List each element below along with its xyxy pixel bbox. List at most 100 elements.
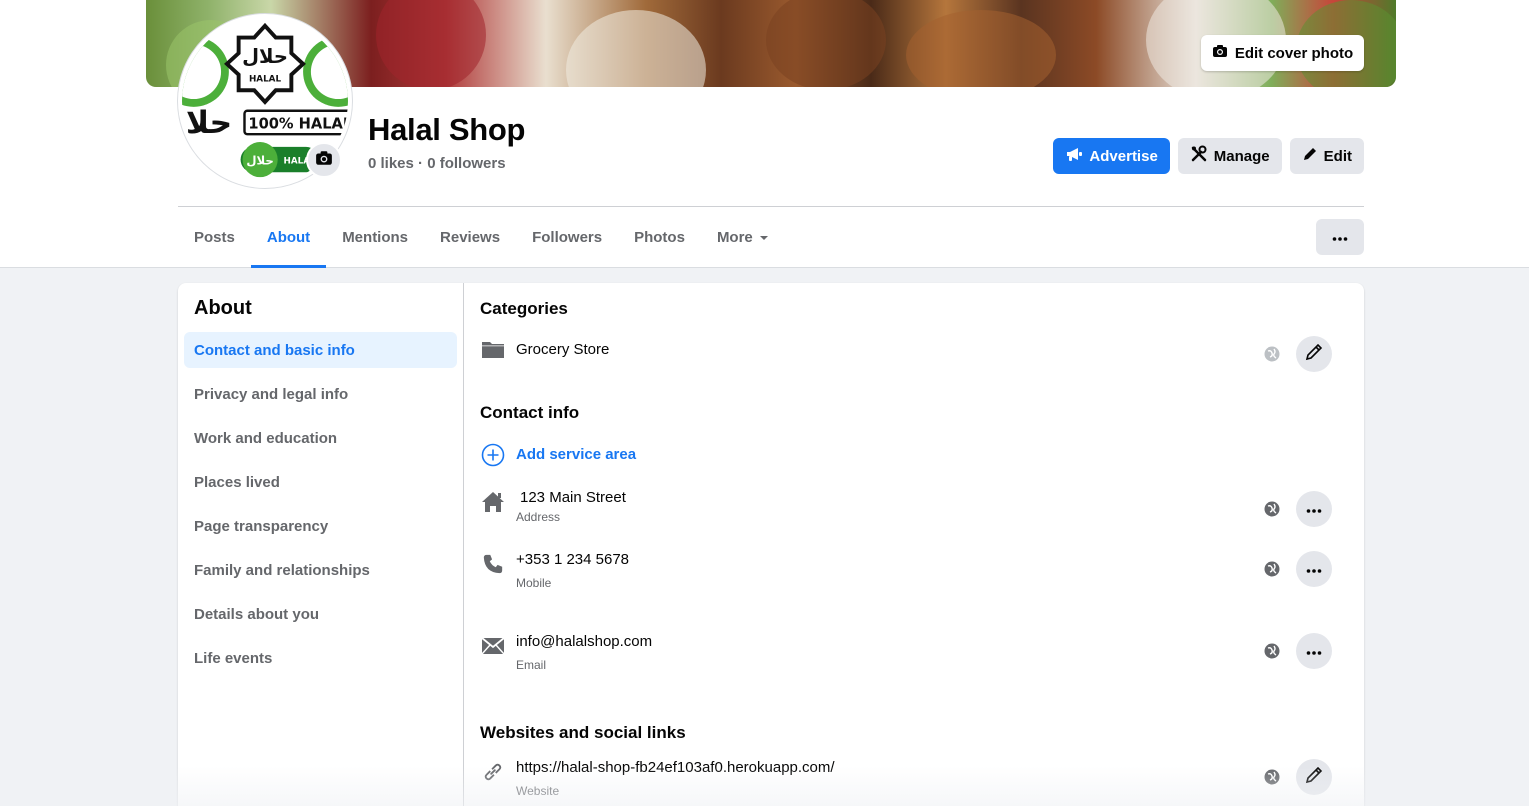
home-icon xyxy=(480,489,506,515)
phone-options-button[interactable] xyxy=(1296,551,1332,587)
globe-icon xyxy=(1264,346,1280,362)
categories-title: Categories xyxy=(480,299,568,318)
folder-icon xyxy=(480,336,506,362)
email-value: info@halalshop.com xyxy=(516,633,653,650)
address-value: 123 Main Street xyxy=(520,489,626,506)
website-label: Website xyxy=(516,784,560,798)
globe-icon xyxy=(1264,561,1280,577)
pencil-icon xyxy=(1304,765,1324,790)
tab-label: Reviews xyxy=(440,228,501,246)
sidebar-item-label: Page transparency xyxy=(194,517,329,535)
tab-label: Posts xyxy=(194,228,235,246)
camera-icon xyxy=(315,149,333,172)
tab-more[interactable]: More xyxy=(701,207,785,267)
logo-badge-text: 100% HALAL xyxy=(248,115,348,132)
camera-icon xyxy=(1212,43,1228,63)
sidebar-item-contact[interactable]: Contact and basic info xyxy=(184,332,457,368)
tab-mentions[interactable]: Mentions xyxy=(326,207,424,267)
about-title: About xyxy=(194,297,252,319)
globe-icon xyxy=(1264,501,1280,517)
ellipsis-icon xyxy=(1306,560,1322,578)
sidebar-item-work[interactable]: Work and education xyxy=(184,420,457,456)
page-actions: Advertise Manage Edit xyxy=(1053,138,1364,174)
sidebar-item-details[interactable]: Details about you xyxy=(184,596,457,632)
phone-row: +353 1 234 5678 Mobile xyxy=(480,551,1332,590)
page-stats[interactable]: 0 likes · 0 followers xyxy=(368,155,506,172)
email-label: Email xyxy=(516,658,547,672)
tab-label: More xyxy=(716,228,753,246)
ellipsis-icon xyxy=(1306,500,1322,518)
sidebar-item-label: Life events xyxy=(194,649,273,667)
logo-word-text: HALAL xyxy=(249,74,281,84)
sidebar-item-label: Places lived xyxy=(194,473,280,491)
ellipsis-icon xyxy=(1306,642,1322,660)
link-icon xyxy=(480,759,506,785)
edit-website-button[interactable] xyxy=(1296,759,1332,795)
tab-followers[interactable]: Followers xyxy=(516,207,618,267)
contact-info-title: Contact info xyxy=(480,403,580,422)
address-row: 123 Main Street Address xyxy=(480,489,1332,527)
svg-text:حلال: حلال xyxy=(246,153,273,167)
sidebar-item-transparency[interactable]: Page transparency xyxy=(184,508,457,544)
about-sidebar: About Contact and basic info Privacy and… xyxy=(178,283,464,806)
edit-cover-photo-label: Edit cover photo xyxy=(1234,44,1354,62)
pencil-icon xyxy=(1302,146,1318,166)
about-card: About Contact and basic info Privacy and… xyxy=(178,283,1364,806)
phone-value: +353 1 234 5678 xyxy=(516,551,630,568)
sidebar-item-family[interactable]: Family and relationships xyxy=(184,552,457,588)
tab-about[interactable]: About xyxy=(250,207,327,268)
sidebar-item-label: Family and relationships xyxy=(194,561,370,579)
add-service-area-link[interactable]: Add service area xyxy=(516,446,636,463)
tab-label: Mentions xyxy=(342,228,409,246)
edit-label: Edit xyxy=(1323,147,1352,165)
category-value: Grocery Store xyxy=(516,341,610,358)
tools-icon xyxy=(1190,145,1208,167)
sidebar-item-life-events[interactable]: Life events xyxy=(184,640,457,676)
advertise-label: Advertise xyxy=(1089,147,1158,165)
add-service-area-row[interactable]: Add service area xyxy=(480,442,1332,468)
websites-title: Websites and social links xyxy=(480,723,686,742)
website-row: https://halal-shop-fb24ef103af0.herokuap… xyxy=(480,759,1332,798)
email-row: info@halalshop.com Email xyxy=(480,633,1332,672)
globe-icon xyxy=(1264,769,1280,785)
ellipsis-icon xyxy=(1332,228,1348,246)
edit-cover-photo-button[interactable]: Edit cover photo xyxy=(1201,35,1364,71)
website-value[interactable]: https://halal-shop-fb24ef103af0.herokuap… xyxy=(516,759,1264,776)
tab-photos[interactable]: Photos xyxy=(618,207,701,267)
more-options-button[interactable] xyxy=(1316,219,1364,255)
sidebar-item-label: Privacy and legal info xyxy=(194,385,349,403)
logo-arabic-text: حلال xyxy=(242,45,288,68)
sidebar-item-label: Details about you xyxy=(194,605,320,623)
page-tabs: Posts About Mentions Reviews Followers P… xyxy=(178,207,785,268)
email-options-button[interactable] xyxy=(1296,633,1332,669)
sidebar-item-label: Contact and basic info xyxy=(194,341,355,359)
advertise-button[interactable]: Advertise xyxy=(1053,138,1170,174)
edit-button[interactable]: Edit xyxy=(1289,138,1364,174)
page-header: Edit cover photo حلال HALAL 100% HALAL ح… xyxy=(0,0,1529,268)
megaphone-icon xyxy=(1065,146,1083,166)
address-options-button[interactable] xyxy=(1296,491,1332,527)
caret-down-icon xyxy=(759,229,769,246)
phone-icon xyxy=(480,551,506,577)
about-content: Categories Grocery Store Contact info Ad… xyxy=(464,283,1364,806)
sidebar-item-label: Work and education xyxy=(194,429,338,447)
globe-icon xyxy=(1264,643,1280,659)
edit-category-button[interactable] xyxy=(1296,336,1332,372)
category-row: Grocery Store xyxy=(480,336,1332,372)
envelope-icon xyxy=(480,633,506,659)
manage-label: Manage xyxy=(1213,147,1270,165)
sidebar-item-places[interactable]: Places lived xyxy=(184,464,457,500)
page-title: Halal Shop xyxy=(368,112,526,147)
sidebar-item-privacy[interactable]: Privacy and legal info xyxy=(184,376,457,412)
logo-arabic-large: حلا xyxy=(186,105,232,141)
tab-label: Photos xyxy=(634,228,685,246)
phone-label: Mobile xyxy=(516,576,552,590)
tab-label: About xyxy=(266,228,311,246)
tab-posts[interactable]: Posts xyxy=(178,207,251,267)
update-profile-picture-button[interactable] xyxy=(306,142,342,178)
plus-circle-icon xyxy=(480,442,506,468)
tab-label: Followers xyxy=(532,228,603,246)
tab-reviews[interactable]: Reviews xyxy=(424,207,516,267)
manage-button[interactable]: Manage xyxy=(1177,138,1282,174)
pencil-icon xyxy=(1304,342,1324,367)
